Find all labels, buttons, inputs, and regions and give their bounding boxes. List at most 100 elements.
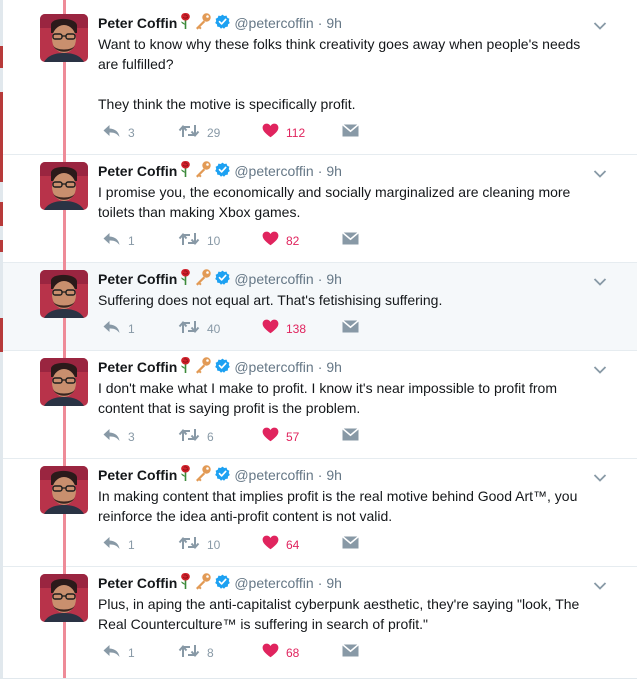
reply-icon [102,644,121,663]
verified-badge-icon [215,574,231,593]
retweet-count: 6 [207,430,214,444]
reply-button[interactable]: 1 [102,536,135,554]
tweet[interactable]: Peter Coffin @petercoffin · 9h Want to know … [3,0,637,155]
heart-icon [262,427,279,447]
user-handle[interactable]: @petercoffin [234,14,313,32]
tweet-actions: 3 29 112 [98,123,398,143]
retweet-button[interactable]: 8 [178,644,214,662]
display-name[interactable]: Peter Coffin [98,14,177,32]
chevron-down-icon[interactable] [593,166,607,178]
chevron-down-icon[interactable] [593,470,607,482]
chevron-down-icon[interactable] [593,18,607,30]
like-count: 64 [286,538,300,552]
heart-icon [262,643,279,663]
timestamp[interactable]: 9h [326,574,342,592]
reply-icon [102,232,121,251]
reply-count: 1 [128,322,135,336]
heart-icon [262,319,279,339]
direct-message-button[interactable] [341,123,360,142]
tweet-text: Suffering does not equal art. That's fet… [98,290,603,310]
display-name[interactable]: Peter Coffin [98,574,177,592]
like-button[interactable]: 57 [262,427,299,447]
verified-badge-icon [215,162,231,181]
rose-icon [179,12,192,34]
heart-icon [262,123,279,143]
retweet-count: 10 [207,538,221,552]
like-button[interactable]: 82 [262,231,299,250]
tweet-text: Plus, in aping the anti-capitalist cyber… [98,594,603,634]
direct-message-icon [341,643,360,662]
avatar[interactable] [40,358,88,406]
timestamp[interactable]: 9h [326,466,342,484]
like-button[interactable]: 68 [262,643,300,663]
tweet[interactable]: Peter Coffin @petercoffin · 9h In making con… [3,459,637,567]
tweet-paragraph: I don't make what I make to profit. I kn… [98,380,557,416]
retweet-button[interactable]: 10 [178,536,220,554]
direct-message-icon [341,123,360,142]
reply-count: 3 [128,126,135,140]
retweet-button[interactable]: 40 [178,320,220,338]
retweet-count: 8 [207,646,214,660]
user-handle[interactable]: @petercoffin [234,358,313,376]
verified-badge-icon [215,270,231,289]
avatar[interactable] [40,466,88,514]
tweet[interactable]: Peter Coffin @petercoffin · 9h I promise you… [3,155,637,263]
tweet-actions: 1 8 68 [98,643,398,663]
chevron-down-icon[interactable] [593,362,607,374]
direct-message-button[interactable] [341,643,360,662]
user-handle[interactable]: @petercoffin [234,162,313,180]
direct-message-button[interactable] [341,231,360,250]
like-button[interactable]: 138 [262,319,307,339]
chevron-down-icon[interactable] [593,274,607,286]
retweet-icon [178,124,200,143]
tweet-header: Peter Coffin @petercoffin · 9h [98,464,342,486]
reply-button[interactable]: 1 [102,320,135,338]
direct-message-button[interactable] [341,319,360,338]
timestamp[interactable]: 9h [326,358,342,376]
rose-icon [179,356,192,378]
timestamp[interactable]: 9h [326,162,342,180]
key-icon [194,572,212,594]
verified-badge-icon [215,14,231,33]
timestamp[interactable]: 9h [326,270,342,288]
like-count: 68 [286,646,300,660]
user-handle[interactable]: @petercoffin [234,466,313,484]
display-name[interactable]: Peter Coffin [98,162,177,180]
tweet[interactable]: Peter Coffin @petercoffin · 9h Plus, in apin… [3,567,637,679]
display-name[interactable]: Peter Coffin [98,270,177,288]
tweet[interactable]: Peter Coffin @petercoffin · 9h Suffering doe… [3,263,637,351]
rose-icon [179,464,192,486]
direct-message-icon [341,319,360,338]
direct-message-button[interactable] [341,535,360,554]
rose-icon [179,268,192,290]
tweet-header: Peter Coffin @petercoffin · 9h [98,356,342,378]
reply-button[interactable]: 1 [102,644,135,662]
tweet-paragraph: I promise you, the economically and soci… [98,184,571,220]
avatar[interactable] [40,14,88,62]
retweet-icon [178,428,200,447]
reply-button[interactable]: 3 [102,124,135,142]
retweet-button[interactable]: 6 [178,428,214,446]
like-count: 138 [286,322,307,336]
like-button[interactable]: 112 [262,123,305,143]
avatar[interactable] [40,270,88,318]
like-button[interactable]: 64 [262,535,300,555]
retweet-count: 40 [207,322,221,336]
chevron-down-icon[interactable] [593,578,607,590]
tweet[interactable]: Peter Coffin @petercoffin · 9h I don't make … [3,351,637,459]
user-handle[interactable]: @petercoffin [234,574,313,592]
avatar[interactable] [40,574,88,622]
reply-button[interactable]: 3 [102,428,135,446]
direct-message-icon [341,231,360,250]
user-handle[interactable]: @petercoffin [234,270,313,288]
display-name[interactable]: Peter Coffin [98,358,177,376]
display-name[interactable]: Peter Coffin [98,466,177,484]
timestamp[interactable]: 9h [326,14,342,32]
retweet-button[interactable]: 29 [178,124,220,142]
direct-message-button[interactable] [341,427,360,446]
avatar[interactable] [40,162,88,210]
reply-button[interactable]: 1 [102,232,135,250]
reply-count: 1 [128,234,135,248]
retweet-button[interactable]: 10 [178,232,220,250]
heart-icon [262,535,279,555]
